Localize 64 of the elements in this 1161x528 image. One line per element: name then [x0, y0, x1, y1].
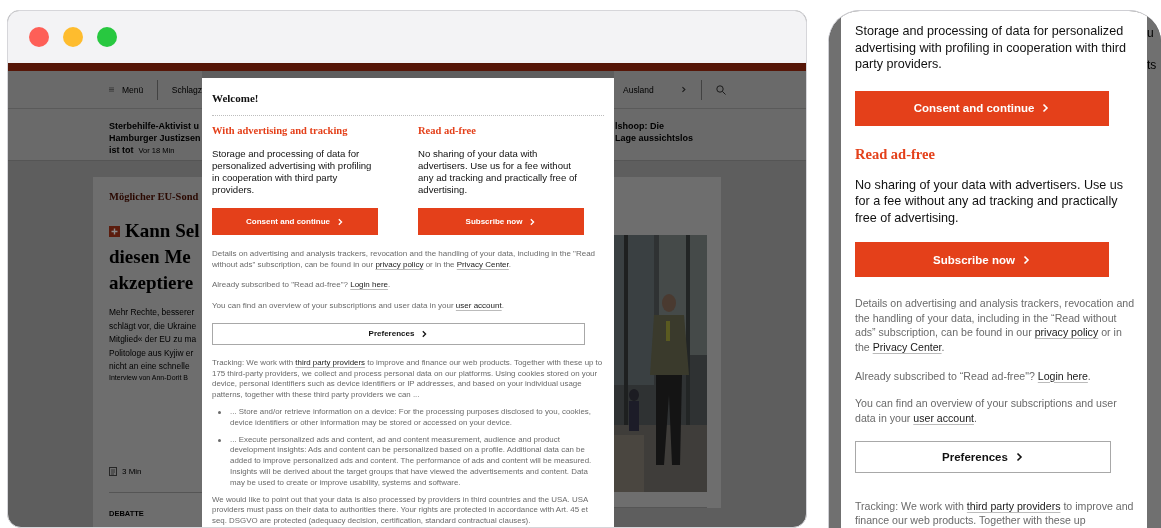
ticker-headline[interactable]: ist tot	[109, 144, 134, 156]
menu-icon[interactable]	[109, 85, 115, 94]
ticker-headline[interactable]: Hamburger Justizsen	[109, 132, 202, 144]
close-window-control[interactable]	[29, 27, 49, 47]
option-description: Storage and processing of data for personalized advertising with profiling in cooperation with third party providers.	[855, 23, 1127, 73]
text-link[interactable]: third party providers	[966, 499, 1061, 512]
bullet-icon	[218, 411, 221, 415]
background-text: u	[1147, 25, 1155, 41]
login-text: Already subscribed to "Read ad-free"? Login here.	[212, 279, 392, 290]
article-kicker: Möglicher EU-Sond	[109, 191, 200, 202]
ticker-headline[interactable]: Sterbehilfe-Aktivist u	[109, 120, 202, 132]
chevron-right-icon	[679, 86, 687, 93]
bullet-icon	[218, 438, 221, 442]
article-headline[interactable]: diesen Me	[109, 244, 191, 270]
article-teaser: nicht an eine schnelle	[109, 360, 191, 373]
option-description: Storage and processing of data for personalized advertising with profiling in cooperation with third party providers.	[212, 148, 373, 196]
article-teaser: schlägt vor, die Ukraine	[109, 319, 198, 333]
text-link[interactable]: user account	[913, 411, 974, 424]
option-description: No sharing of your data with advertisers. Use us for a fee without any ad tracking and practically free of advertising.	[855, 176, 1125, 227]
plus-badge-icon	[109, 225, 120, 237]
maximize-window-control[interactable]	[97, 27, 117, 47]
text-link[interactable]: Login here	[350, 280, 388, 289]
text-link[interactable]: privacy policy	[1034, 326, 1099, 339]
preferences-button[interactable]: Preferences	[212, 323, 585, 345]
background-text: ts	[1147, 57, 1158, 73]
ticker-headline[interactable]: Lage aussichtslos	[615, 132, 806, 144]
article-headline[interactable]: Kann Sel	[125, 218, 200, 244]
chevron-right-icon	[336, 217, 344, 226]
ticker-headline[interactable]: lshoop: Die	[615, 120, 806, 132]
cta-button[interactable]: Consent and continue	[212, 208, 378, 235]
option-heading: Read ad-free	[418, 125, 477, 136]
option-heading: With advertising and tracking	[212, 125, 349, 136]
text-link[interactable]: Login here	[1037, 369, 1088, 382]
article-teaser: Mehr Rechte, besserer	[109, 306, 196, 319]
dialog-title: Welcome!	[212, 92, 260, 104]
text-link[interactable]: Privacy Center	[872, 341, 942, 353]
option-heading: Read ad-free	[855, 145, 936, 163]
minimize-window-control[interactable]	[63, 27, 83, 47]
cta-button[interactable]: Consent and continue	[855, 90, 1109, 126]
nav-link[interactable]: Ausland	[623, 84, 654, 95]
document-icon	[109, 466, 117, 476]
login-text: Already subscribed to “Read ad-free"? Login here.	[855, 368, 1092, 384]
nav-link[interactable]: Menü	[122, 84, 144, 95]
search-icon[interactable]	[715, 84, 726, 95]
cta-button[interactable]: Subscribe now	[855, 242, 1109, 278]
option-description: No sharing of your data with advertisers. Use us for a fee without any ad tracking and practically free of advertising.	[418, 148, 578, 196]
tracking-text: Tracking: We work with third party providers to improve and finance our web products. Together with these up	[855, 498, 1135, 528]
article-headline[interactable]: akzeptiere	[109, 270, 194, 296]
cta-button[interactable]: Subscribe now	[418, 208, 584, 235]
chevron-right-icon	[528, 217, 537, 226]
article-teaser: Mitglied« der EU zu ma	[109, 333, 198, 346]
account-text: You can find an overview of your subscriptions and user data in your user account.	[212, 300, 505, 311]
text-link[interactable]: privacy policy	[375, 260, 424, 269]
details-text: Details on advertising and analysis trackers, revocation and the handling of your data, including in the "Read without ads" subscription, can be found in our privacy policy or in the Privacy Center.	[212, 248, 597, 270]
preferences-button[interactable]: Preferences	[855, 441, 1111, 473]
article-teaser: Politologe aus Kyjiw er	[109, 346, 195, 360]
chevron-right-icon	[420, 329, 429, 338]
nav-link[interactable]: Schlagz	[171, 84, 202, 95]
text-link[interactable]: user account	[455, 301, 502, 310]
details-text: Details on advertising and analysis trackers, revocation and the handling of your data, including in the “Read without ads” subscription, can be found in our privacy policy or in the Privacy Center.	[855, 296, 1136, 355]
text-link[interactable]: Privacy Center	[456, 260, 509, 269]
chevron-right-icon	[1040, 103, 1051, 114]
account-text: You can find an overview of your subscriptions and user data in your user account.	[855, 396, 1118, 426]
read-time: 3 Min	[122, 466, 142, 476]
